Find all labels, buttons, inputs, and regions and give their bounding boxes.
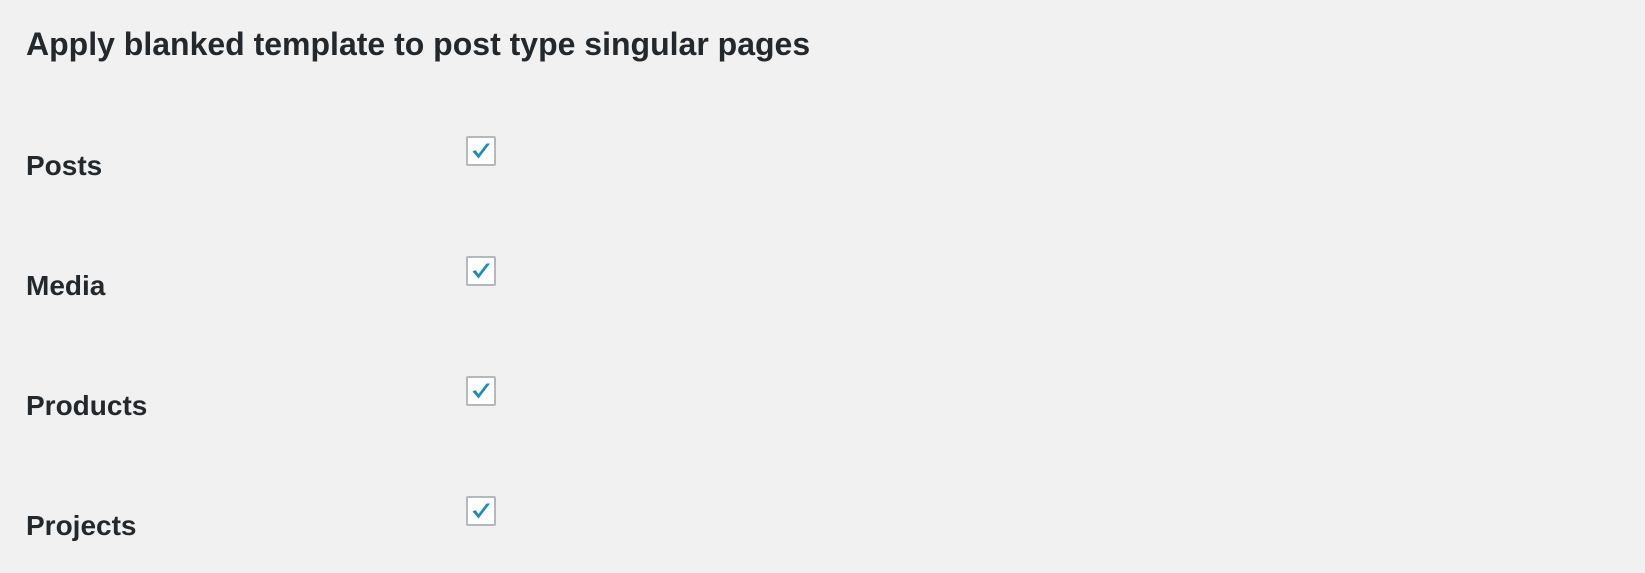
products-checkbox[interactable] xyxy=(466,376,496,406)
section-title: Apply blanked template to post type sing… xyxy=(26,26,811,62)
setting-label-posts: Posts xyxy=(26,150,103,181)
setting-row-posts: Posts xyxy=(0,136,1645,196)
setting-label-products: Products xyxy=(26,390,148,421)
setting-label-projects: Projects xyxy=(26,510,137,541)
posts-checkbox[interactable] xyxy=(466,136,496,166)
checkmark-icon xyxy=(472,263,490,279)
projects-checkbox[interactable] xyxy=(466,496,496,526)
checkmark-icon xyxy=(472,143,490,159)
setting-label-media: Media xyxy=(26,270,106,301)
setting-row-media: Media xyxy=(0,256,1645,316)
checkmark-icon xyxy=(472,383,490,399)
setting-row-products: Products xyxy=(0,376,1645,436)
setting-row-projects: Projects xyxy=(0,496,1645,556)
media-checkbox[interactable] xyxy=(466,256,496,286)
checkmark-icon xyxy=(472,503,490,519)
